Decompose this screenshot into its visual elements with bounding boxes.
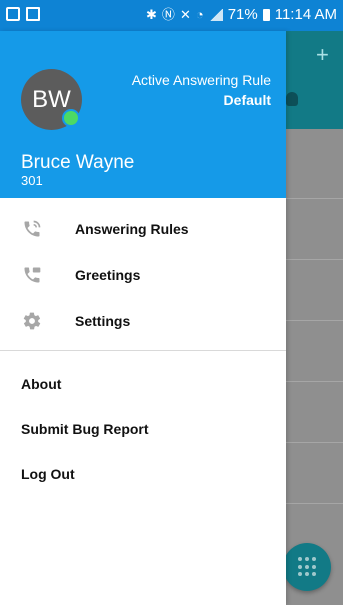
nfc-icon: Ⓝ <box>161 7 175 22</box>
background-divider <box>286 503 343 504</box>
mute-icon: ✕ <box>179 7 191 22</box>
wifi-icon: ◔ <box>195 7 204 22</box>
screenshot-icon <box>26 7 40 21</box>
dialpad-icon <box>298 557 316 577</box>
drawer-header: BW Active Answering Rule Default Bruce W… <box>0 31 286 198</box>
signal-icon <box>208 9 223 21</box>
background-divider <box>286 198 343 199</box>
bluetooth-icon: ✱ <box>146 7 157 22</box>
background-divider <box>286 259 343 260</box>
add-icon[interactable]: + <box>316 44 329 66</box>
presence-indicator <box>62 109 80 127</box>
menu-item-greetings[interactable]: Greetings <box>0 252 286 298</box>
log-out-link[interactable]: Log Out <box>21 466 75 482</box>
status-bar: ✱ Ⓝ ✕ ◔ 71% 11:14 AM <box>0 0 343 31</box>
battery-percent: 71% <box>227 6 258 23</box>
user-extension: 301 <box>21 173 43 188</box>
background-divider <box>286 442 343 443</box>
menu-item-label: Answering Rules <box>75 221 189 237</box>
about-link[interactable]: About <box>21 376 61 392</box>
gear-icon <box>21 310 43 332</box>
user-name: Bruce Wayne <box>21 152 135 173</box>
phone-forward-icon <box>21 218 43 240</box>
dialpad-button[interactable] <box>283 543 331 591</box>
menu-item-label: Settings <box>75 313 131 329</box>
answering-rule-value[interactable]: Default <box>224 92 271 108</box>
menu-item-answering-rules[interactable]: Answering Rules <box>0 206 286 252</box>
clock: 11:14 AM <box>274 6 337 23</box>
background-divider <box>286 381 343 382</box>
background-avatar-icon <box>286 92 298 106</box>
background-divider <box>286 320 343 321</box>
navigation-drawer: BW Active Answering Rule Default Bruce W… <box>0 31 286 605</box>
app-notification-icon <box>6 7 20 21</box>
answering-rule-title: Active Answering Rule <box>131 72 271 88</box>
phone-voicemail-icon <box>21 264 43 286</box>
battery-icon <box>262 9 270 21</box>
menu-divider <box>0 350 286 351</box>
submit-bug-report-link[interactable]: Submit Bug Report <box>21 421 149 437</box>
menu-item-settings[interactable]: Settings <box>0 298 286 344</box>
menu-item-label: Greetings <box>75 267 141 283</box>
